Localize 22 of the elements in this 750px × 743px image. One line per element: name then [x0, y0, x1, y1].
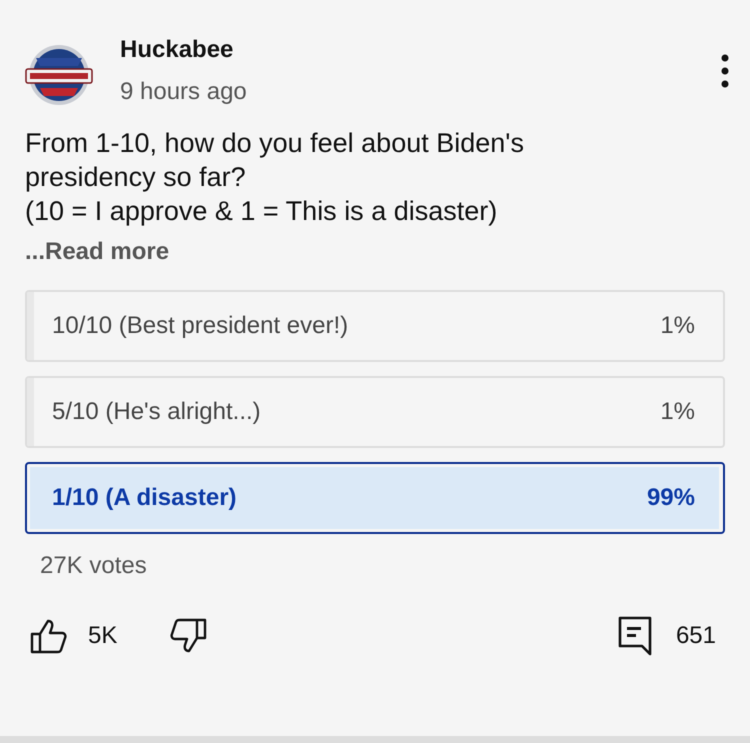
post-text-line: From 1-10, how do you feel about Biden's: [25, 127, 525, 160]
read-more-link[interactable]: ...Read more: [25, 236, 725, 268]
like-count: 5K: [88, 622, 118, 650]
option-percent: 1%: [660, 398, 695, 426]
post-time: 9 hours ago: [120, 77, 248, 107]
poll-option[interactable]: 10/10 (Best president ever!) 1%: [25, 290, 725, 362]
option-label: 5/10 (He's alright...): [52, 398, 261, 426]
option-label: 1/10 (A disaster): [52, 484, 237, 512]
channel-name[interactable]: Huckabee: [120, 34, 720, 66]
comment-icon[interactable]: [618, 616, 652, 656]
poll-option[interactable]: 1/10 (A disaster) 99%: [25, 462, 725, 534]
option-percent: 99%: [646, 484, 695, 512]
option-label: 10/10 (Best president ever!): [52, 312, 348, 340]
more-menu-icon[interactable]: [720, 54, 730, 88]
thumbs-up-icon[interactable]: [30, 618, 68, 654]
thumbs-down-icon[interactable]: [169, 618, 208, 654]
comment-count: 651: [676, 622, 716, 650]
post-text-line: (10 = I approve & 1 = This is a disaster): [25, 195, 498, 228]
vote-count: 27K votes: [39, 551, 148, 580]
option-percent: 1%: [660, 312, 695, 340]
poll-option[interactable]: 5/10 (He's alright...) 1%: [25, 376, 725, 448]
post-text-line: presidency so far?: [25, 161, 247, 194]
